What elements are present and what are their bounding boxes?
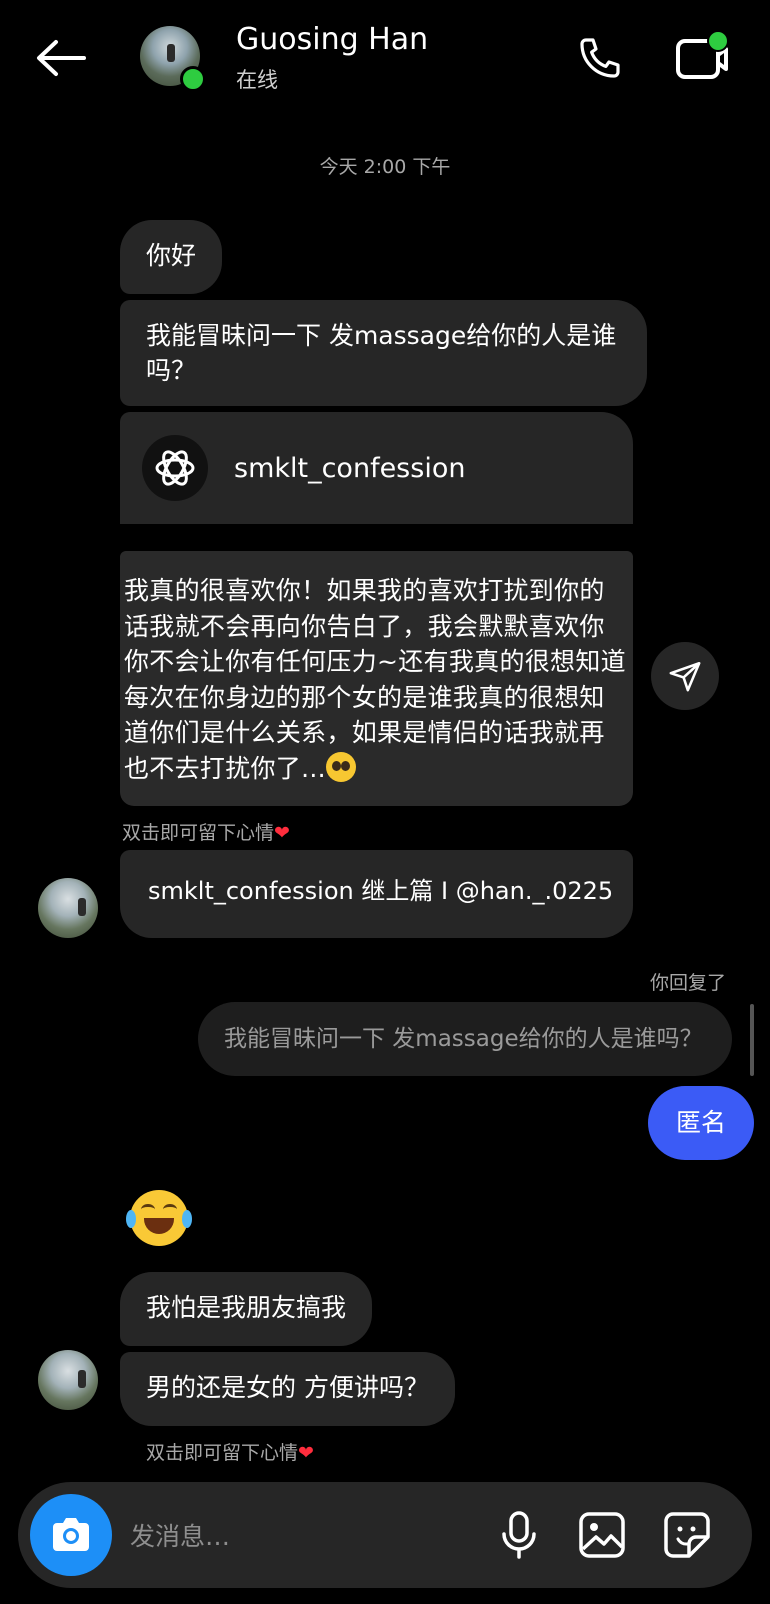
- message-bubble-hello[interactable]: 你好: [120, 220, 223, 294]
- message-bubble-question[interactable]: 我能冒昧问一下 发massage给你的人是谁吗？: [120, 300, 647, 406]
- online-indicator: [180, 66, 206, 92]
- shared-account-avatar: [142, 435, 208, 501]
- video-active-indicator: [707, 30, 729, 52]
- confession-text: 我真的很喜欢你！如果我的喜欢打扰到你的话我就不会再向你告白了，我会默默喜欢你你不…: [124, 576, 626, 783]
- camera-icon: [53, 1518, 89, 1551]
- sticker-icon: [664, 1512, 710, 1558]
- back-arrow-icon: [37, 40, 86, 76]
- pleading-face-icon: [325, 751, 356, 782]
- share-button[interactable]: [651, 642, 719, 710]
- quote-indicator-bar: [750, 1004, 754, 1076]
- microphone-icon: [502, 1511, 536, 1559]
- you-replied-label: 你回复了: [650, 972, 727, 994]
- double-tap-hint-text: 双击即可留下心情: [146, 1442, 299, 1464]
- double-tap-hint: 双击即可留下心情❤: [146, 1438, 314, 1465]
- shared-post-caption[interactable]: smklt_confession 继上篇 I @han._.0225: [120, 850, 633, 938]
- sender-avatar[interactable]: [38, 1350, 98, 1410]
- message-input[interactable]: [128, 1512, 472, 1560]
- sent-message-anonymous[interactable]: 匿名: [648, 1086, 754, 1160]
- shared-post-content[interactable]: 我真的很喜欢你！如果我的喜欢打扰到你的话我就不会再向你告白了，我会默默喜欢你你不…: [120, 551, 633, 806]
- phone-icon: [580, 38, 620, 78]
- image-icon: [579, 1512, 625, 1558]
- double-tap-hint: 双击即可留下心情❤: [122, 818, 290, 845]
- heart-icon: ❤: [274, 822, 290, 844]
- tears-of-joy-emoji-icon[interactable]: [126, 1190, 192, 1246]
- shared-account-name: smklt_confession: [234, 452, 466, 484]
- heart-icon: ❤: [298, 1442, 314, 1464]
- voice-call-button[interactable]: [570, 28, 630, 88]
- double-tap-hint-text: 双击即可留下心情: [122, 822, 275, 844]
- quoted-message[interactable]: 我能冒昧问一下 发massage给你的人是谁吗？: [198, 1002, 732, 1076]
- sticker-button[interactable]: [660, 1508, 714, 1562]
- knot-logo-icon: [155, 450, 195, 486]
- contact-status: 在线: [236, 68, 278, 92]
- conversation-timestamp: 今天 2:00 下午: [319, 156, 451, 178]
- voice-message-button[interactable]: [494, 1508, 544, 1562]
- sender-avatar[interactable]: [38, 878, 98, 938]
- back-button[interactable]: [30, 28, 90, 88]
- gallery-button[interactable]: [575, 1508, 629, 1562]
- camera-button[interactable]: [30, 1494, 112, 1576]
- message-bubble-gender-question[interactable]: 男的还是女的 方便讲吗？: [120, 1352, 455, 1426]
- contact-name[interactable]: Guosing Han: [236, 22, 428, 57]
- message-bubble-prank[interactable]: 我怕是我朋友搞我: [120, 1272, 373, 1346]
- shared-post-header[interactable]: smklt_confession: [120, 412, 633, 524]
- send-icon: [669, 661, 701, 692]
